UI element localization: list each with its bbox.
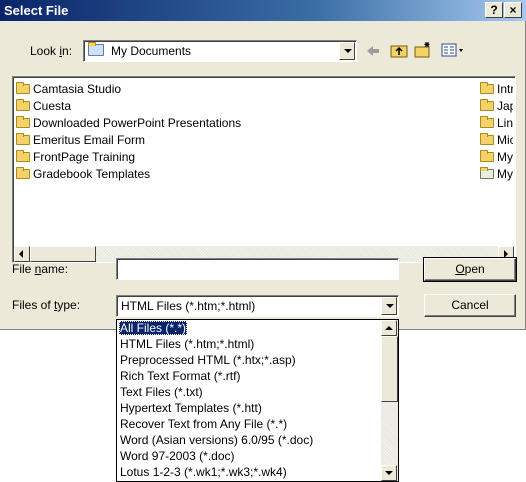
folder-icon <box>480 150 494 162</box>
list-item[interactable]: Intro <box>480 82 513 96</box>
folder-icon <box>480 99 494 111</box>
new-folder-icon[interactable] <box>414 41 432 58</box>
title-bar[interactable]: Select File ? × <box>0 0 526 21</box>
back-arrow-icon[interactable] <box>365 44 381 58</box>
files-of-type-value: HTML Files (*.htm;*.html) <box>121 299 256 313</box>
list-item[interactable]: Gradebook Templates <box>16 167 150 181</box>
folder-icon <box>16 133 30 145</box>
look-in-label: Look in: <box>30 44 73 58</box>
scroll-thumb[interactable] <box>381 336 398 402</box>
folder-icon <box>480 82 494 94</box>
close-button[interactable]: × <box>504 2 522 18</box>
files-of-type-dropdown-list[interactable]: All Files (*.*) HTML Files (*.htm;*.html… <box>116 319 399 482</box>
right-column-clip: Intro Japa Links Micro My A My D <box>478 77 513 242</box>
dropdown-option[interactable]: Lotus 1-2-3 (*.wk1;*.wk3;*.wk4) <box>119 465 288 479</box>
file-name-label: File name: <box>12 262 69 276</box>
list-item[interactable]: Links <box>480 116 513 130</box>
scroll-left-button[interactable] <box>14 246 30 262</box>
scroll-down-button[interactable] <box>381 465 397 481</box>
folder-icon <box>16 167 30 179</box>
scroll-up-button[interactable] <box>381 320 397 336</box>
list-item[interactable]: Cuesta <box>16 99 71 113</box>
dropdown-option[interactable]: Text Files (*.txt) <box>119 385 204 399</box>
list-item[interactable]: Emeritus Email Form <box>16 133 145 147</box>
dropdown-option[interactable]: Word (Asian versions) 6.0/95 (*.doc) <box>119 433 314 447</box>
folder-icon <box>480 116 494 128</box>
list-item[interactable]: My D <box>480 167 513 181</box>
folder-icon <box>16 116 30 128</box>
dropdown-vertical-scrollbar[interactable] <box>381 320 398 481</box>
list-item[interactable]: Downloaded PowerPoint Presentations <box>16 116 241 130</box>
folder-icon <box>480 133 494 145</box>
files-of-type-label: Files of type: <box>12 298 81 312</box>
dropdown-option[interactable]: Word 97-2003 (*.doc) <box>119 449 236 463</box>
list-item[interactable]: Micro <box>480 133 513 147</box>
file-list[interactable]: Camtasia Studio Cuesta Downloaded PowerP… <box>12 76 516 263</box>
look-in-combo[interactable]: My Documents <box>83 40 357 62</box>
help-button[interactable]: ? <box>485 2 503 18</box>
list-item[interactable]: FrontPage Training <box>16 150 135 164</box>
scroll-thumb[interactable] <box>30 246 96 262</box>
list-item[interactable]: My A <box>480 150 513 164</box>
file-name-input[interactable] <box>116 258 399 280</box>
files-of-type-combo[interactable]: HTML Files (*.htm;*.html) <box>116 295 399 317</box>
dropdown-option[interactable]: Hypertext Templates (*.htt) <box>119 401 263 415</box>
look-in-value: My Documents <box>111 44 192 58</box>
dropdown-option[interactable]: HTML Files (*.htm;*.html) <box>119 337 255 351</box>
dropdown-option[interactable]: Preprocessed HTML (*.htx;*.asp) <box>119 353 297 367</box>
my-documents-icon <box>88 42 107 58</box>
files-of-type-dropdown-button[interactable] <box>381 297 397 315</box>
look-in-dropdown-button[interactable] <box>339 42 355 60</box>
open-button[interactable]: Open <box>423 257 517 282</box>
dropdown-option[interactable]: Rich Text Format (*.rtf) <box>119 369 241 383</box>
dropdown-option[interactable]: All Files (*.*) <box>119 321 188 335</box>
view-menu-icon[interactable] <box>441 42 465 58</box>
up-folder-icon[interactable] <box>390 42 408 58</box>
dropdown-option[interactable]: Recover Text from Any File (*.*) <box>119 417 288 431</box>
web-folder-icon <box>480 167 494 179</box>
folder-icon <box>16 150 30 162</box>
select-file-dialog: Select File ? × Look in: My Documents Ca… <box>0 0 526 330</box>
list-item[interactable]: Camtasia Studio <box>16 82 121 96</box>
folder-icon <box>16 82 30 94</box>
list-item[interactable]: Japa <box>480 99 513 113</box>
cancel-button[interactable]: Cancel <box>424 294 516 317</box>
folder-icon <box>16 99 30 111</box>
dialog-title: Select File <box>4 3 69 18</box>
